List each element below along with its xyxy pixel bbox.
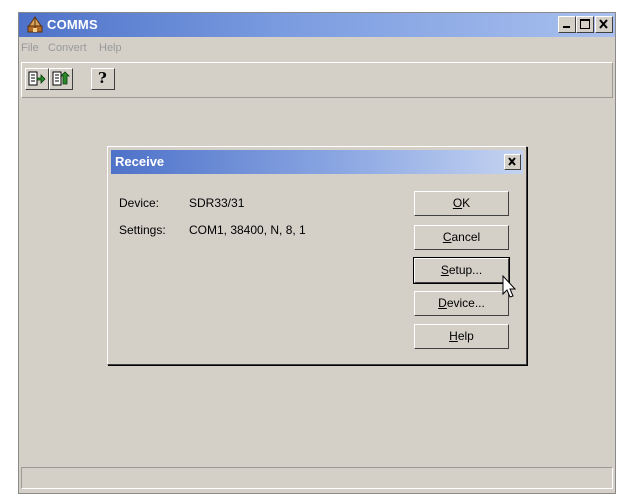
toolbar: ? <box>21 62 613 98</box>
send-button[interactable] <box>49 68 73 90</box>
settings-value: COM1, 38400, N, 8, 1 <box>189 223 306 237</box>
device-button-label: evice... <box>446 296 485 310</box>
maximize-icon <box>580 19 590 29</box>
close-button[interactable] <box>595 16 613 33</box>
ok-mnemonic: O <box>452 196 463 210</box>
menu-bar: File Convert Help <box>19 38 615 60</box>
help-button[interactable]: ? <box>91 68 115 90</box>
status-bar <box>21 467 613 489</box>
cancel-button[interactable]: Cancel <box>414 225 509 250</box>
window-title: COMMS <box>47 17 98 32</box>
setup-button[interactable]: Setup... <box>413 257 510 284</box>
menu-convert[interactable]: Convert <box>48 42 87 54</box>
ok-button[interactable]: OK <box>414 191 509 216</box>
device-value: SDR33/31 <box>189 196 245 210</box>
dialog-help-button[interactable]: Help <box>414 324 509 349</box>
comms-app-icon <box>26 16 44 34</box>
setup-mnemonic: S <box>440 263 449 277</box>
title-bar[interactable]: COMMS <box>19 13 615 37</box>
dialog-title: Receive <box>115 154 165 169</box>
receive-dialog: Receive Device: SDR33/31 Settings: COM1,… <box>107 146 527 365</box>
ok-label: K <box>462 196 471 210</box>
settings-label: Settings: <box>119 223 166 237</box>
dialog-close-button[interactable] <box>504 154 521 170</box>
receive-button[interactable] <box>25 68 49 90</box>
mouse-cursor-icon <box>502 275 517 298</box>
help-icon: ? <box>98 69 107 87</box>
help-mnemonic: H <box>449 329 458 343</box>
maximize-button[interactable] <box>576 16 594 33</box>
cancel-label: ancel <box>451 230 481 244</box>
minimize-icon <box>563 26 570 28</box>
send-icon <box>52 71 70 86</box>
minimize-button[interactable] <box>558 16 576 33</box>
device-button[interactable]: Device... <box>414 291 509 316</box>
dialog-title-bar[interactable]: Receive <box>111 150 523 174</box>
device-label: Device: <box>119 196 160 210</box>
menu-file[interactable]: File <box>21 42 39 54</box>
close-icon <box>508 157 516 166</box>
help-label: elp <box>457 329 474 343</box>
device-mnemonic: D <box>438 296 447 310</box>
close-icon <box>599 19 608 29</box>
setup-label: etup... <box>448 263 483 277</box>
menu-help[interactable]: Help <box>99 42 122 54</box>
receive-icon <box>28 71 46 86</box>
